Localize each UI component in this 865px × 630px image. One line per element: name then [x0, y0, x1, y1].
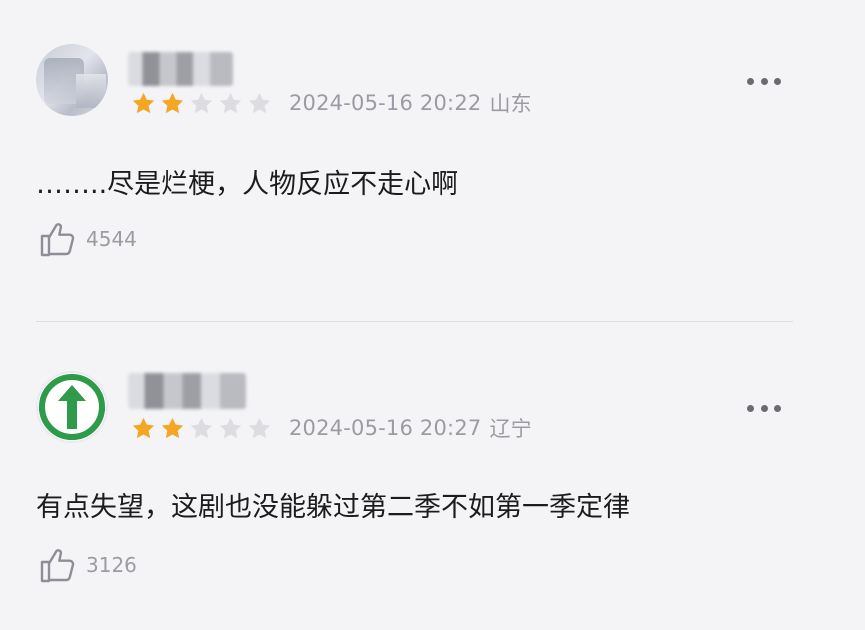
star-outline-icon: [190, 92, 213, 113]
comment-text: ……..尽是烂梗，人物反应不走心啊: [36, 169, 459, 200]
star-rating: [130, 415, 273, 442]
divider: [36, 321, 793, 322]
star-outline-icon: [248, 92, 271, 113]
comment-meta: 2024-05-16 20:27 辽宁: [130, 414, 532, 442]
more-dot: [760, 404, 768, 412]
more-dot: [774, 404, 781, 412]
more-dot: [747, 404, 754, 412]
avatar[interactable]: [36, 371, 108, 443]
like-count: 4544: [86, 227, 137, 251]
username-blurred[interactable]: [128, 373, 246, 409]
star-outline-icon: [248, 417, 271, 438]
green-arrow-logo: [39, 374, 105, 440]
avatar[interactable]: [36, 44, 108, 116]
more-dot: [747, 77, 754, 85]
like-count: 3126: [86, 553, 137, 577]
like-button[interactable]: 4544: [38, 219, 137, 259]
thumbs-up-icon: [40, 549, 75, 583]
more-dot: [774, 77, 781, 85]
comment-text: 有点失望，这剧也没能躲过第二季不如第一季定律: [36, 492, 630, 523]
star-rating: [130, 90, 273, 117]
more-dot: [760, 77, 768, 85]
star-outline-icon: [219, 92, 242, 113]
comment-date: 2024-05-16 20:22: [289, 91, 482, 115]
thumbs-up-icon: [40, 223, 75, 257]
comment-meta: 2024-05-16 20:22 山东: [130, 89, 532, 117]
comment-list: 2024-05-16 20:22 山东 ……..尽是烂梗，人物反应不走心啊 45…: [0, 0, 865, 630]
star-icon: [161, 417, 184, 438]
comment-date: 2024-05-16 20:27: [289, 416, 482, 440]
comment-region: 辽宁: [489, 417, 532, 441]
star-icon: [132, 92, 155, 113]
more-icon[interactable]: [747, 403, 781, 413]
comment-region: 山东: [489, 92, 532, 116]
like-button[interactable]: 3126: [38, 545, 137, 585]
comment-item: 2024-05-16 20:27 辽宁 有点失望，这剧也没能躲过第二季不如第一季…: [0, 323, 865, 630]
star-icon: [132, 417, 155, 438]
star-outline-icon: [219, 417, 242, 438]
username-blurred[interactable]: [128, 52, 233, 86]
avatar-photo-shape: [76, 74, 106, 108]
star-outline-icon: [190, 417, 213, 438]
comment-item: 2024-05-16 20:22 山东 ……..尽是烂梗，人物反应不走心啊 45…: [0, 0, 865, 320]
star-icon: [161, 92, 184, 113]
more-icon[interactable]: [747, 76, 781, 86]
